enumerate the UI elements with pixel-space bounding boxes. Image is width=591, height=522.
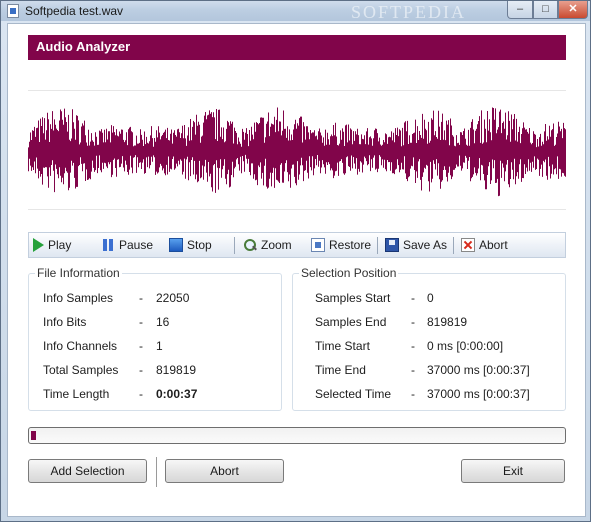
- abort-icon: [461, 238, 475, 252]
- info-row: Info Samples - 22050: [29, 291, 281, 307]
- selection-row: Samples Start - 0: [293, 291, 565, 307]
- selection-label: Time Start: [315, 339, 370, 353]
- zoom-label: Zoom: [261, 238, 292, 252]
- maximize-button[interactable]: □: [533, 1, 558, 19]
- toolbar-separator: [234, 237, 235, 254]
- info-value: 1: [156, 339, 163, 353]
- info-row: Time Length - 0:00:37: [29, 387, 281, 403]
- info-separator: -: [139, 387, 143, 401]
- exit-button[interactable]: Exit: [461, 459, 565, 483]
- abort-toolbar-label: Abort: [479, 238, 508, 252]
- abort-toolbar-button[interactable]: Abort: [461, 236, 508, 254]
- time-length-value: 0:00:37: [156, 387, 198, 401]
- info-separator: -: [139, 339, 143, 353]
- play-label: Play: [48, 238, 72, 252]
- selection-position-title: Selection Position: [299, 266, 399, 280]
- pause-icon: [101, 238, 115, 252]
- minimize-button[interactable]: –: [507, 1, 533, 19]
- selection-row: Selected Time - 37000 ms [0:00:37]: [293, 387, 565, 403]
- waveform-graph: [28, 107, 566, 197]
- selection-row: Time Start - 0 ms [0:00:00]: [293, 339, 565, 355]
- page-title: Audio Analyzer: [36, 39, 131, 54]
- pause-label: Pause: [119, 238, 154, 252]
- info-label: Info Samples: [43, 291, 114, 305]
- selection-label: Time End: [315, 363, 366, 377]
- selection-separator: -: [411, 363, 415, 377]
- selection-value: 0: [427, 291, 434, 305]
- zoom-icon: [243, 238, 257, 252]
- toolbar-separator: [453, 237, 454, 254]
- save-as-button[interactable]: Save As: [385, 236, 447, 254]
- header-bar: Audio Analyzer: [28, 35, 566, 60]
- save-icon: [385, 238, 399, 252]
- selection-value: 37000 ms [0:00:37]: [427, 387, 530, 401]
- selection-label: Selected Time: [315, 387, 392, 401]
- info-label: Info Bits: [43, 315, 87, 329]
- selection-value: 819819: [427, 315, 468, 329]
- restore-label: Restore: [329, 238, 372, 252]
- waveform-signal: [28, 107, 566, 197]
- selection-row: Samples End - 819819: [293, 315, 565, 331]
- info-separator: -: [139, 315, 143, 329]
- info-value: 819819: [156, 363, 197, 377]
- selection-value: 0 ms [0:00:00]: [427, 339, 504, 353]
- selection-separator: -: [411, 387, 415, 401]
- client-area: Audio Analyzer Play Pause Stop Zoom Rest…: [7, 23, 586, 517]
- info-label: Info Channels: [43, 339, 118, 353]
- selection-row: Time End - 37000 ms [0:00:37]: [293, 363, 565, 379]
- stop-icon: [169, 238, 183, 252]
- play-icon: [33, 238, 44, 252]
- stop-button[interactable]: Stop: [169, 236, 212, 254]
- window-title: Softpedia test.wav: [25, 4, 124, 18]
- info-value: 22050: [156, 291, 190, 305]
- waveform-view[interactable]: [28, 90, 566, 210]
- info-row: Info Channels - 1: [29, 339, 281, 355]
- selection-separator: -: [411, 291, 415, 305]
- info-row: Info Bits - 16: [29, 315, 281, 331]
- info-row: Total Samples - 819819: [29, 363, 281, 379]
- progress-fill: [31, 431, 36, 440]
- abort-button[interactable]: Abort: [165, 459, 284, 483]
- info-value: 16: [156, 315, 170, 329]
- info-separator: -: [139, 363, 143, 377]
- file-information-group: File Information Info Samples - 22050 In…: [28, 266, 282, 411]
- app-window: Softpedia test.wav SOFTPEDIA – □ ✕ Audio…: [0, 0, 591, 522]
- info-separator: -: [139, 291, 143, 305]
- save-as-label: Save As: [403, 238, 448, 252]
- zoom-button[interactable]: Zoom: [243, 236, 292, 254]
- file-information-title: File Information: [35, 266, 122, 280]
- selection-label: Samples End: [315, 315, 387, 329]
- stop-label: Stop: [187, 238, 212, 252]
- watermark-logo: SOFTPEDIA: [351, 2, 467, 22]
- selection-separator: -: [411, 339, 415, 353]
- app-icon: [7, 4, 19, 18]
- toolbar: Play Pause Stop Zoom Restore Save As Abo…: [28, 232, 566, 258]
- selection-position-group: Selection Position Samples Start - 0 Sam…: [292, 266, 566, 411]
- close-button[interactable]: ✕: [558, 1, 588, 19]
- add-selection-button[interactable]: Add Selection: [28, 459, 147, 483]
- toolbar-separator: [377, 237, 378, 254]
- pause-button[interactable]: Pause: [101, 236, 153, 254]
- selection-separator: -: [411, 315, 415, 329]
- selection-value: 37000 ms [0:00:37]: [427, 363, 530, 377]
- play-button[interactable]: Play: [33, 236, 71, 254]
- restore-icon: [311, 238, 325, 252]
- title-bar[interactable]: Softpedia test.wav SOFTPEDIA – □ ✕: [1, 1, 590, 22]
- info-label: Total Samples: [43, 363, 119, 377]
- info-label: Time Length: [43, 387, 110, 401]
- restore-button[interactable]: Restore: [311, 236, 371, 254]
- button-separator: [156, 457, 157, 487]
- progress-bar: [28, 427, 566, 444]
- selection-label: Samples Start: [315, 291, 391, 305]
